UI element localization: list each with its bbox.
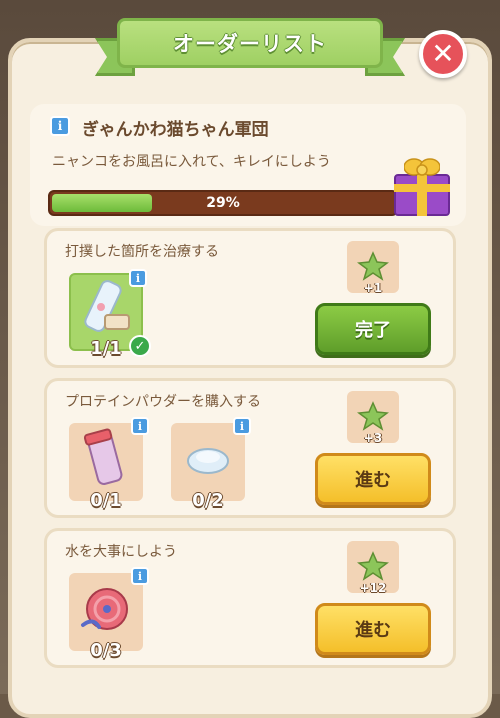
clover-icon: [357, 551, 389, 581]
gift-ribbon-vertical: [417, 174, 427, 216]
header-ribbon: オーダーリスト: [95, 14, 405, 76]
clover-icon: [357, 401, 389, 431]
progress-label: 29%: [206, 195, 240, 211]
task-card-buy-protein: プロテインパウダーを購入する i 0/1 i 0/2 +3 進む: [44, 378, 456, 518]
reward-amount: +3: [363, 431, 383, 445]
reward-amount: +12: [359, 581, 387, 595]
clover-icon: [357, 251, 389, 281]
task-label: 水を大事にしよう: [65, 544, 177, 560]
order-title: ぎゃんかわ猫ちゃん軍団: [82, 120, 269, 140]
protein-shaker-icon: [83, 428, 123, 485]
info-icon[interactable]: i: [131, 567, 149, 585]
page-title: オーダーリスト: [173, 32, 327, 56]
item-count: 0/3: [90, 640, 122, 661]
go-button[interactable]: 進む: [315, 453, 431, 505]
hose-reel-icon: [81, 588, 128, 630]
info-icon[interactable]: i: [50, 116, 70, 136]
task-card-save-water: 水を大事にしよう i 0/3 +12 進む: [44, 528, 456, 668]
task-label: プロテインパウダーを購入する: [65, 394, 261, 410]
reward-slot: +1: [347, 241, 399, 295]
close-button[interactable]: ✕: [419, 30, 467, 78]
item-count: 0/2: [192, 490, 224, 511]
check-icon: ✓: [129, 335, 151, 357]
ribbon-banner: オーダーリスト: [117, 18, 383, 68]
close-icon: ✕: [431, 37, 455, 70]
reward-amount: +1: [363, 281, 383, 295]
task-item-slot[interactable]: i 0/1: [69, 417, 149, 511]
task-item-slot[interactable]: i 0/3: [69, 567, 149, 661]
info-icon[interactable]: i: [129, 269, 147, 287]
powder-pile-icon: [187, 448, 229, 474]
task-item-slot[interactable]: i 0/2: [171, 417, 251, 511]
info-icon[interactable]: i: [131, 417, 149, 435]
task-card-treat-bruise: 打撲した箇所を治療する i 1/1 ✓ +1 完了: [44, 228, 456, 368]
order-description: ニャンコをお風呂に入れて、キレイにしよう: [52, 154, 331, 170]
item-count: 0/1: [90, 490, 122, 511]
reward-slot: +3: [347, 391, 399, 445]
gift-icon[interactable]: [388, 150, 452, 218]
complete-button[interactable]: 完了: [315, 303, 431, 355]
go-button[interactable]: 進む: [315, 603, 431, 655]
gift-bow: [404, 158, 440, 176]
task-label: 打撲した箇所を治療する: [65, 244, 219, 260]
gift-ribbon-horizontal: [394, 184, 450, 192]
info-icon[interactable]: i: [233, 417, 251, 435]
order-progress-bar: 29%: [48, 190, 398, 216]
reward-slot: +12: [347, 541, 399, 595]
